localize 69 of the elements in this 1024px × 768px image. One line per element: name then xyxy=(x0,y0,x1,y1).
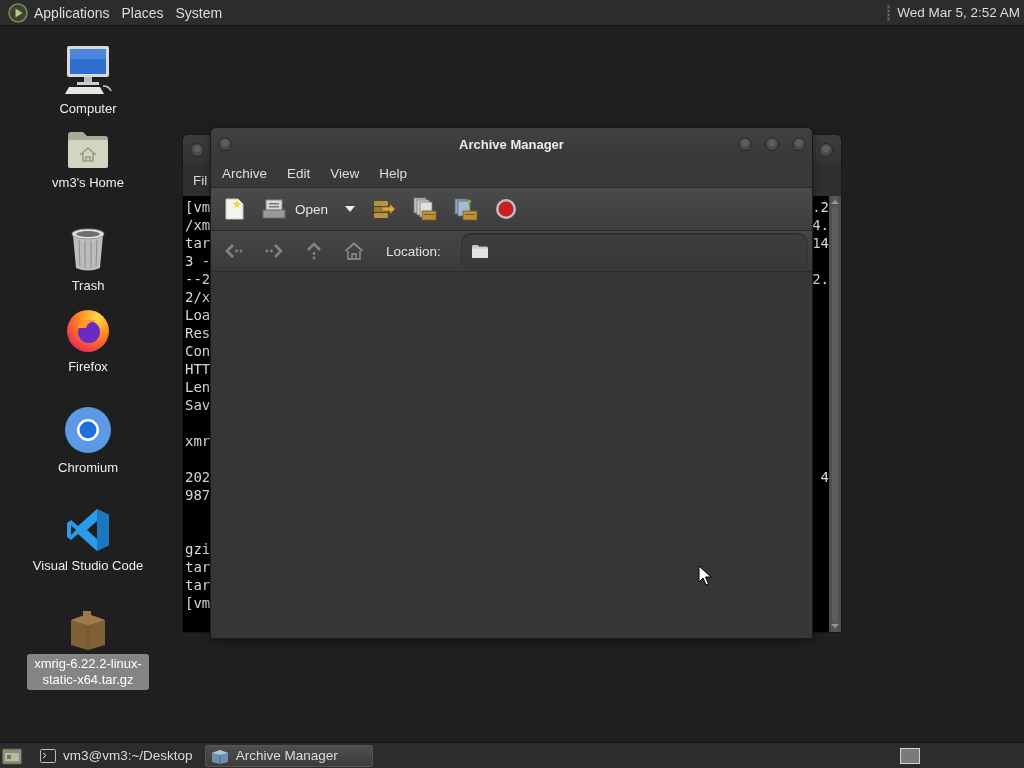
desktop-icon-label[interactable]: Chromium xyxy=(54,458,122,478)
clock[interactable]: Wed Mar 5, 2:52 AM xyxy=(897,5,1020,20)
terminal-text: xmr xyxy=(185,432,211,450)
extract-icon[interactable] xyxy=(372,198,397,220)
menu-item[interactable]: Archive xyxy=(212,163,277,184)
location-label: Location: xyxy=(386,243,441,259)
new-document-icon[interactable] xyxy=(223,198,245,220)
stop-icon[interactable] xyxy=(495,198,518,220)
terminal-text: 14 xyxy=(812,235,829,251)
terminal-text: tar xyxy=(185,576,211,594)
terminal-text: tar xyxy=(185,558,211,576)
terminal-text: .2 xyxy=(812,199,829,215)
menu-item[interactable]: Fil xyxy=(193,173,208,188)
terminal-text: 4. xyxy=(812,217,829,233)
trash-icon[interactable] xyxy=(70,228,106,272)
desktop-icon-label[interactable]: Computer xyxy=(55,99,121,119)
menu-item[interactable]: Edit xyxy=(277,163,321,184)
terminal-text: Res xyxy=(185,324,211,342)
workspace-switcher[interactable] xyxy=(900,747,920,764)
code-ribbon-icon[interactable] xyxy=(66,508,110,552)
desktop-icon-label[interactable]: xmrig-6.22.2-linux-static-x64.tar.gz xyxy=(27,654,149,690)
package-icon[interactable] xyxy=(69,610,107,650)
add-folder-icon[interactable] xyxy=(454,197,479,221)
desktop-icon-label[interactable]: Firefox xyxy=(64,357,112,377)
desktop-icon-label[interactable]: vm3's Home xyxy=(48,173,128,193)
taskbar-button[interactable]: vm3@vm3:~/Desktop xyxy=(34,744,202,767)
menu-item[interactable]: View xyxy=(320,163,370,184)
drag-handle-icon[interactable] xyxy=(887,3,891,22)
package-icon xyxy=(210,747,229,764)
terminal-text: gzi xyxy=(185,540,211,558)
fox-globe-icon[interactable] xyxy=(65,307,111,353)
terminal-text: 2. xyxy=(812,271,829,287)
panel-menu[interactable]: System xyxy=(169,2,229,23)
menu-item[interactable]: Help xyxy=(369,163,418,184)
terminal-text: HTT xyxy=(185,360,211,378)
terminal-text: 202 xyxy=(185,468,211,486)
desktop-icon-label[interactable]: Trash xyxy=(67,276,109,296)
window-title: Archive Manager xyxy=(459,136,564,152)
terminal-text: [vm xyxy=(185,594,211,612)
terminal-text: Sav xyxy=(185,396,211,414)
terminal-text: Loa xyxy=(185,306,211,324)
show-desktop-icon[interactable] xyxy=(2,746,22,765)
terminal-text: 987 xyxy=(185,486,211,504)
computer-icon[interactable] xyxy=(64,45,112,95)
taskbar-button[interactable]: Archive Manager xyxy=(204,744,373,767)
terminal-text: tar xyxy=(185,234,211,252)
drawer-icon xyxy=(262,199,286,219)
panel-menu[interactable]: Applications xyxy=(28,2,116,23)
open-button[interactable]: Open xyxy=(262,199,329,219)
terminal-text: Len xyxy=(185,378,211,396)
terminal-text: /xm xyxy=(185,216,211,234)
mouse-pointer-icon xyxy=(698,565,712,587)
terminal-text: [vm xyxy=(185,198,211,216)
terminal-text: 4 xyxy=(820,469,829,485)
folder-icon xyxy=(471,244,488,258)
terminal-icon xyxy=(40,748,56,763)
home-folder-icon[interactable] xyxy=(66,129,110,169)
location-field[interactable] xyxy=(460,232,808,270)
terminal-text: 3 - xyxy=(185,252,211,270)
play-circle-icon[interactable] xyxy=(8,2,28,23)
desktop-icon-label[interactable]: Visual Studio Code xyxy=(28,556,148,576)
browser-circle-icon[interactable] xyxy=(64,406,112,454)
scrollbar[interactable] xyxy=(829,196,841,632)
terminal-text: 2/x xyxy=(185,288,211,306)
terminal-text: --2 xyxy=(185,270,211,288)
add-files-icon[interactable] xyxy=(413,197,438,221)
terminal-text: Con xyxy=(185,342,211,360)
panel-menu[interactable]: Places xyxy=(115,2,170,23)
caret-icon[interactable] xyxy=(345,206,356,212)
